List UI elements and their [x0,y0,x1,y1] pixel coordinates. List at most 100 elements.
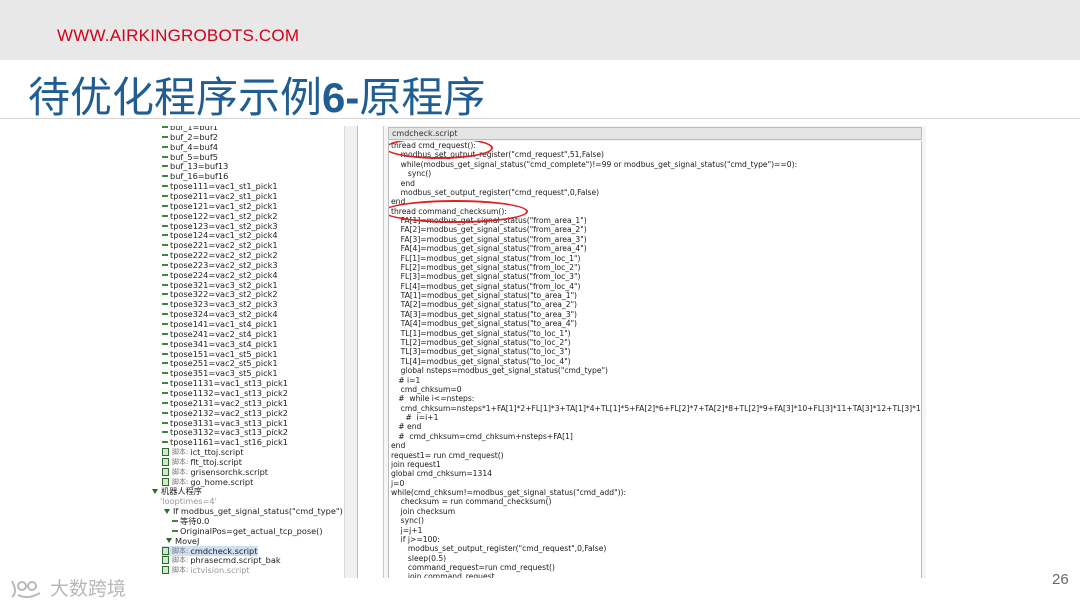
assignment-icon [162,165,168,168]
code-line: TL[1]=modbus_get_signal_status("to_loc_1… [391,328,571,338]
tree-item[interactable]: tpose223=vac2_st2_pick3 [162,260,278,270]
tree-item[interactable]: tpose1161=vac1_st16_pick1 [162,437,288,447]
tree-item[interactable]: 脚本: ict_ttoj.script [162,447,244,457]
code-line: sleep(0.5) [391,553,447,563]
tree-item[interactable]: MoveJ [166,536,199,546]
tree-item[interactable]: buf_13=buf13 [162,161,228,171]
tree-item-label: phrasecmd.script_bak [190,555,281,566]
code-line: TL[3]=modbus_get_signal_status("to_loc_3… [391,347,571,357]
tree-item[interactable]: tpose141=vac1_st4_pick1 [162,319,278,329]
tree-item[interactable]: 脚本: flt_ttoj.script [162,457,242,467]
title-part-2: 原程序 [359,73,486,122]
tree-item[interactable]: tpose224=vac2_st2_pick4 [162,270,278,280]
tree-item[interactable]: tpose123=vac1_st2_pick3 [162,221,278,231]
code-line: FA[2]=modbus_get_signal_status("from_are… [391,225,587,235]
tree-item[interactable]: tpose251=vac2_st5_pick1 [162,358,278,368]
tree-item[interactable]: If modbus_get_signal_status("cmd_type")!… [164,506,357,516]
tree-item[interactable]: tpose211=vac2_st1_pick1 [162,191,278,201]
script-file-icon [162,477,169,486]
tree-item[interactable]: tpose1132=vac1_st13_pick2 [162,388,288,398]
tree-item[interactable]: 脚本: phrasecmd.script_bak [162,555,281,565]
tree-item[interactable]: buf_2=buf2 [162,132,218,142]
script-prefix-label: 脚本: [172,477,189,486]
tree-item[interactable]: 机器人程序 [152,486,202,496]
code-line: while(modbus_get_signal_status("cmd_comp… [391,159,798,169]
tree-item-label: go_home.script [190,476,254,487]
tree-item[interactable]: tpose322=vac3_st2_pick2 [162,289,278,299]
code-line: TA[4]=modbus_get_signal_status("to_area_… [391,319,578,329]
pane-splitter[interactable] [358,126,384,578]
tree-item[interactable]: 脚本: cmdcheck.script [162,545,258,556]
tree-item[interactable]: tpose122=vac1_st2_pick2 [162,211,278,221]
tree-item[interactable]: OriginalPos=get_actual_tcp_pose() [172,526,323,536]
assignment-icon [162,135,168,138]
tree-item[interactable]: tpose1131=vac1_st13_pick1 [162,378,288,388]
tree-item[interactable]: tpose351=vac3_st5_pick1 [162,368,278,378]
tree-item[interactable]: 脚本: grisensorchk.script [162,467,268,477]
tree-item[interactable]: 'looptimes=4' [160,496,217,506]
assignment-icon [162,342,168,345]
tree-item[interactable]: tpose3132=vac3_st13_pick2 [162,427,288,437]
code-line: FL[3]=modbus_get_signal_status("from_loc… [391,272,581,282]
script-prefix-label: 脚本: [172,556,189,565]
assignment-icon [162,362,168,365]
tree-item[interactable]: tpose324=vac3_st2_pick4 [162,309,278,319]
tree-item[interactable]: buf_4=buf4 [162,142,218,152]
title-part-1: 待优化程序示例 [28,73,323,122]
tree-item[interactable]: tpose2131=vac2_st13_pick1 [162,398,288,408]
code-line: # while i<=nsteps: [391,394,475,404]
tree-item[interactable]: tpose121=vac1_st2_pick1 [162,201,278,211]
tree-item-label: tpose222=vac2_st2_pick2 [170,250,278,261]
tree-item[interactable]: tpose3131=vac3_st13_pick1 [162,418,288,428]
code-line: modbus_set_output_register("cmd_request"… [391,544,607,554]
tree-item[interactable]: tpose222=vac2_st2_pick2 [162,250,278,260]
script-file-icon [162,546,169,555]
assignment-icon [162,145,168,148]
tree-item[interactable]: tpose2132=vac2_st13_pick2 [162,408,288,418]
tree-item[interactable]: tpose341=vac3_st4_pick1 [162,339,278,349]
code-line: j=0 [391,478,405,488]
code-line: FA[3]=modbus_get_signal_status("from_are… [391,234,587,244]
code-line: # end [391,422,422,432]
code-line: # i=i+1 [391,413,439,423]
tree-item[interactable]: tpose221=vac2_st2_pick1 [162,240,278,250]
expand-arrow-icon [152,488,158,494]
tree-item-label: buf_16=buf16 [170,171,229,182]
script-file-icon [162,467,169,476]
code-line: TA[1]=modbus_get_signal_status("to_area_… [391,291,578,301]
tree-item[interactable]: 脚本: go_home.script [162,477,253,487]
script-prefix-label: 脚本: [172,467,189,476]
tree-scrollbar[interactable] [344,126,357,578]
tree-item-label: tpose3131=vac3_st13_pick1 [170,417,288,428]
tree-item[interactable]: tpose111=vac1_st1_pick1 [162,181,278,191]
tree-item[interactable]: tpose321=vac3_st2_pick1 [162,280,278,290]
script-prefix-label: 脚本: [172,448,189,457]
tree-item-label: buf_13=buf13 [170,161,229,172]
script-tab[interactable]: cmdcheck.script [388,127,922,140]
tree-item-label: tpose1161=vac1_st16_pick1 [170,437,288,448]
tree-item-label: buf_5=buf5 [170,151,218,162]
tree-item[interactable]: 脚本: ictvision.script [162,565,250,575]
tree-item[interactable]: 等待0.0 [172,516,209,526]
tree-item[interactable]: tpose151=vac1_st5_pick1 [162,349,278,359]
code-area[interactable]: join command_request command_request=run… [388,141,922,578]
site-url: WWW.AIRKINGROBOTS.COM [57,26,300,45]
tree-item-label: cmdcheck.script [190,545,258,556]
tree-item[interactable]: buf_5=buf5 [162,152,218,162]
code-line: while(cmd_chksum!=modbus_get_signal_stat… [391,488,627,498]
program-tree: buf_1=buf1 buf_2=buf2 buf_4=buf4 buf_5=buf5… [140,126,358,578]
code-line: # i=1 [391,375,421,385]
tree-item[interactable]: tpose323=vac3_st2_pick3 [162,299,278,309]
footer-logo: 大数跨境 [8,574,126,601]
assignment-icon [162,323,168,325]
assignment-icon [162,401,168,404]
tree-item[interactable]: tpose241=vac2_st4_pick1 [162,329,278,339]
script-file-icon [162,556,169,565]
tree-item[interactable]: buf_16=buf16 [162,171,228,181]
tree-item[interactable]: tpose124=vac1_st2_pick4 [162,230,278,240]
tree-item-label: MoveJ [175,535,200,546]
code-line: checksum = run command_checksum() [391,497,552,507]
code-line: join command_request [391,572,495,578]
title-number: 6- [322,74,360,121]
tree-item-label: tpose324=vac3_st2_pick4 [170,309,278,320]
